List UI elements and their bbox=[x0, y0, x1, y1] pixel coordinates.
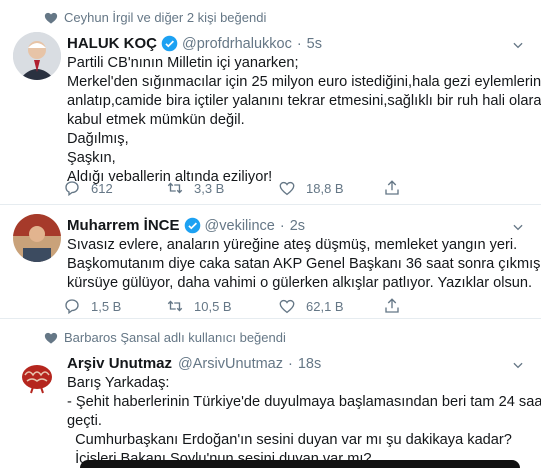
avatar[interactable] bbox=[13, 353, 61, 401]
handle[interactable]: @ArsivUnutmaz bbox=[178, 356, 283, 372]
tweet-text-line: kabul etmek mümkün değil. bbox=[67, 112, 245, 128]
retweet-button[interactable]: 10,5 B bbox=[166, 297, 232, 315]
heart-icon bbox=[279, 299, 295, 314]
tweet-text-line: - Şehit haberlerinin Türkiye'de duyulmay… bbox=[67, 394, 541, 410]
tweet-text-line: Sıvasız evlere, anaların yüreğine ateş d… bbox=[67, 237, 518, 253]
verified-badge-icon bbox=[184, 217, 200, 234]
avatar[interactable] bbox=[13, 32, 61, 80]
tweet-header: HALUK KOÇ @profdrhalukkoc · 5s bbox=[67, 35, 322, 52]
tweet-text-line: Merkel'den sığınmacılar için 25 milyon e… bbox=[67, 74, 541, 90]
tweet-text-line: Dağılmış, bbox=[67, 131, 129, 147]
social-context-text: Ceyhun İrgil ve diğer 2 kişi beğendi bbox=[64, 10, 267, 25]
tweet-text-line: Şaşkın, bbox=[67, 150, 116, 166]
tweet-text-line: Cumhurbaşkanı Erdoğan'ın sesini duyan va… bbox=[67, 432, 512, 448]
reply-icon bbox=[65, 299, 79, 315]
tweet-muharrem-ince[interactable]: Muharrem İNCE @vekilince · 2s Sıvasız ev… bbox=[0, 204, 541, 319]
reply-count: 612 bbox=[91, 180, 113, 196]
tweet-text-line: kürsüye gülüyor, daha vahimi o gülerken … bbox=[67, 275, 533, 291]
like-button[interactable]: 18,8 B bbox=[278, 179, 344, 197]
brain-logo-icon bbox=[13, 353, 61, 401]
tweet-actions: 1,5 B 10,5 B 62,1 B bbox=[63, 297, 533, 317]
timestamp[interactable]: 2s bbox=[290, 218, 305, 234]
social-context-text: Barbaros Şansal adlı kullanıcı beğendi bbox=[64, 330, 286, 345]
tweet-text-line: geçti. bbox=[67, 413, 102, 429]
separator-dot: · bbox=[279, 217, 285, 234]
tweet-header: Arşiv Unutmaz @ArsivUnutmaz · 18s bbox=[67, 355, 321, 372]
tweet-text-line: Başkomutanım diye caka satan AKP Genel B… bbox=[67, 256, 541, 272]
retweet-icon bbox=[167, 182, 183, 194]
avatar[interactable] bbox=[13, 214, 61, 262]
retweet-count: 10,5 B bbox=[194, 298, 232, 314]
timestamp[interactable]: 5s bbox=[307, 36, 322, 52]
tweet-arsiv-unutmaz[interactable]: Barbaros Şansal adlı kullanıcı beğendi A… bbox=[0, 318, 541, 468]
chevron-down-icon[interactable] bbox=[511, 38, 525, 52]
tweet-text-line: Barış Yarkadaş: bbox=[67, 375, 170, 391]
separator-dot: · bbox=[288, 355, 293, 372]
tweet-text-line: anlatıp,camide bira içtiler yalanını tek… bbox=[67, 93, 541, 109]
liked-heart-icon bbox=[44, 12, 58, 24]
tweet-haluk-koc[interactable]: Ceyhun İrgil ve diğer 2 kişi beğendi HAL… bbox=[0, 0, 541, 205]
handle[interactable]: @profdrhalukkoc bbox=[182, 36, 292, 52]
media-card-edge[interactable] bbox=[80, 460, 520, 468]
like-button[interactable]: 62,1 B bbox=[278, 297, 344, 315]
chevron-down-icon[interactable] bbox=[511, 220, 525, 234]
tweet-header: Muharrem İNCE @vekilince · 2s bbox=[67, 217, 305, 234]
display-name[interactable]: Muharrem İNCE bbox=[67, 217, 180, 234]
reply-button[interactable]: 1,5 B bbox=[63, 297, 121, 315]
retweet-count: 3,3 B bbox=[194, 180, 225, 196]
like-count: 62,1 B bbox=[306, 298, 344, 314]
avatar-portrait-icon bbox=[13, 32, 61, 80]
tweet-actions: 612 3,3 B 18,8 B bbox=[63, 179, 533, 199]
like-count: 18,8 B bbox=[306, 180, 344, 196]
retweet-button[interactable]: 3,3 B bbox=[166, 179, 224, 197]
verified-badge-icon bbox=[161, 35, 178, 52]
timestamp[interactable]: 18s bbox=[298, 356, 321, 372]
share-icon[interactable] bbox=[383, 297, 401, 315]
reply-button[interactable]: 612 bbox=[63, 179, 113, 197]
retweet-icon bbox=[167, 300, 183, 312]
handle[interactable]: @vekilince bbox=[205, 218, 275, 234]
avatar-portrait-icon bbox=[13, 214, 61, 262]
reply-count: 1,5 B bbox=[91, 298, 122, 314]
timeline-feed: Ceyhun İrgil ve diğer 2 kişi beğendi HAL… bbox=[0, 0, 541, 468]
reply-icon bbox=[65, 181, 79, 197]
separator-dot: · bbox=[296, 35, 302, 52]
share-icon[interactable] bbox=[383, 179, 401, 197]
heart-icon bbox=[279, 181, 295, 196]
display-name[interactable]: Arşiv Unutmaz bbox=[67, 355, 172, 372]
chevron-down-icon[interactable] bbox=[511, 358, 525, 372]
liked-heart-icon bbox=[44, 332, 58, 344]
display-name[interactable]: HALUK KOÇ bbox=[67, 35, 157, 52]
tweet-text-line: Partili CB'nının Milletin içi yanarken; bbox=[67, 55, 299, 71]
